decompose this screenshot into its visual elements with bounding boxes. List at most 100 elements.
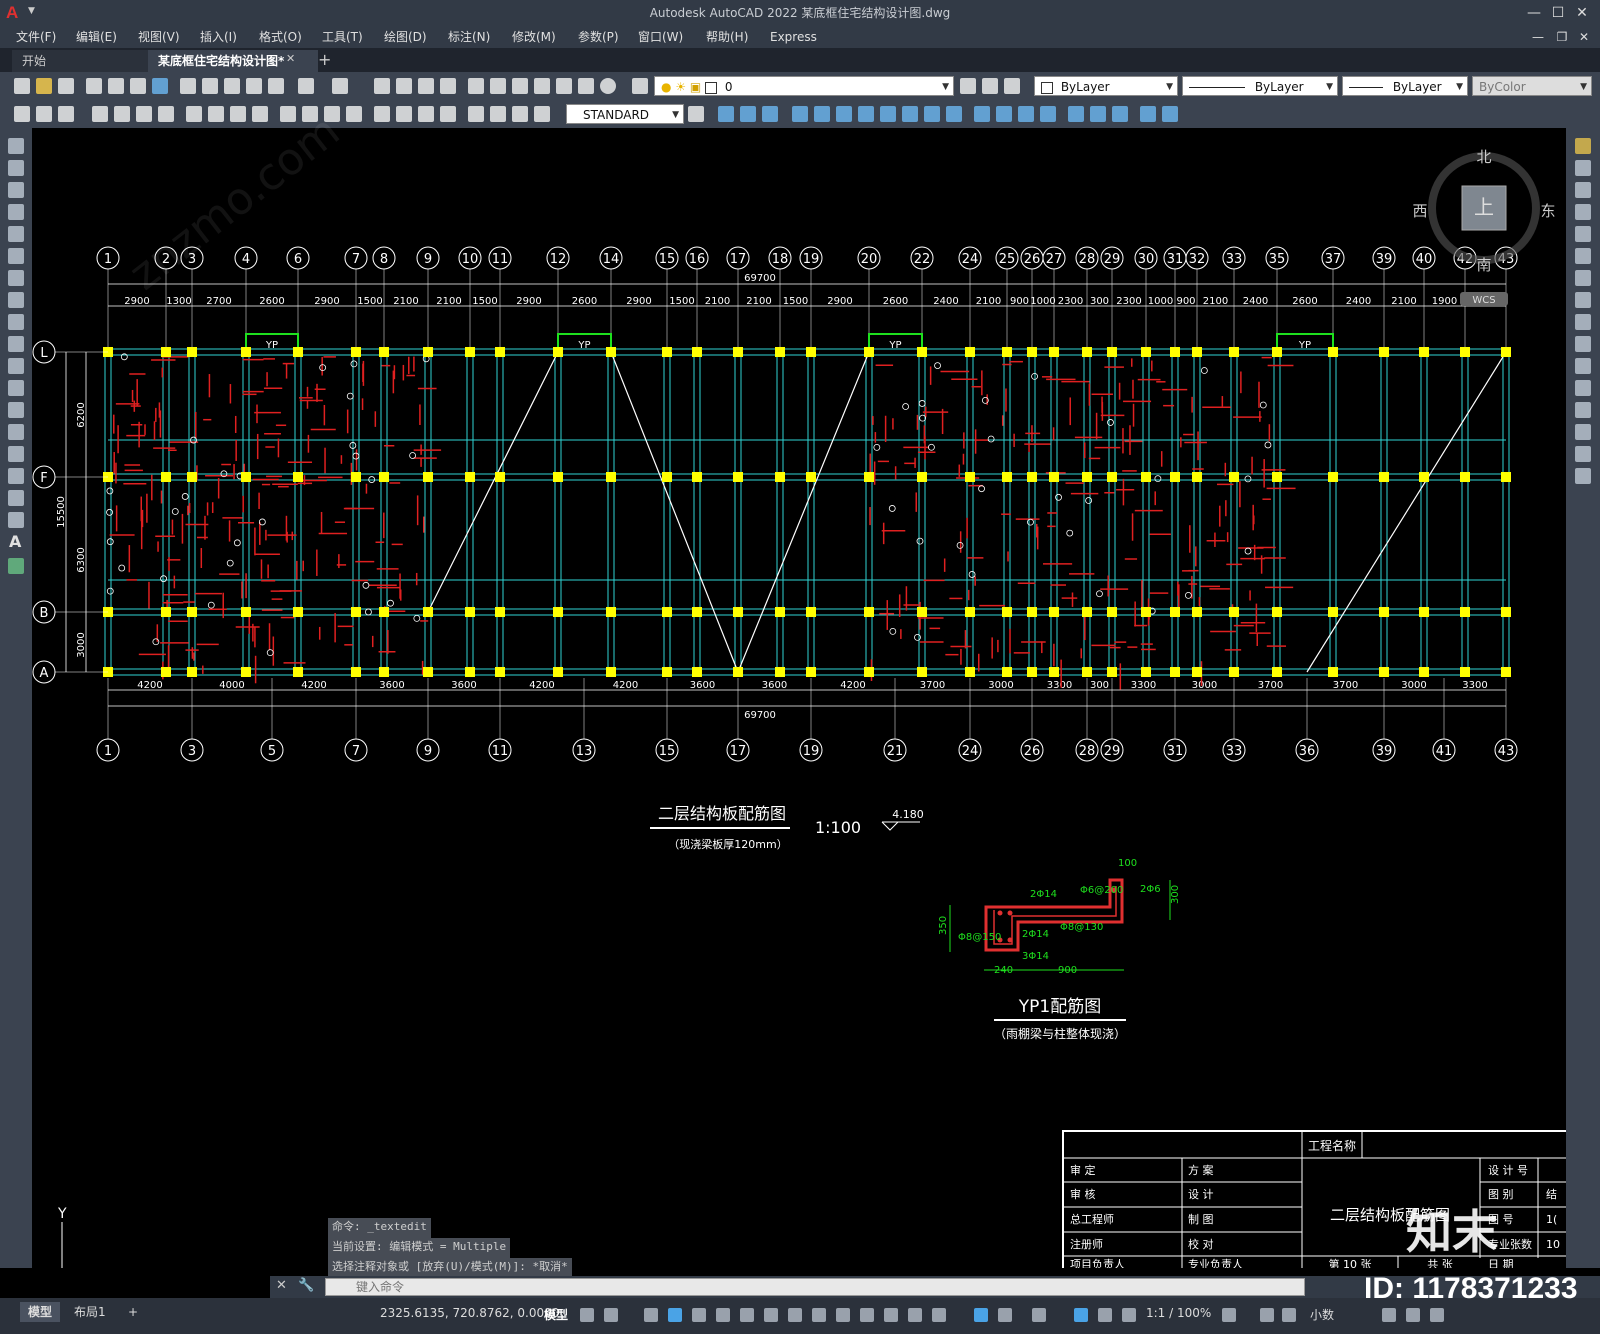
menu-view[interactable]: 视图(V) [138,26,180,48]
menu-express[interactable]: Express [770,26,817,48]
model-space-button[interactable]: 模型 [544,1306,568,1323]
rotate-icon[interactable] [858,106,874,122]
markup-icon[interactable] [556,78,572,94]
zoom-previous-icon[interactable] [440,78,456,94]
3d-osnap-icon[interactable] [884,1308,898,1322]
continue-icon[interactable] [280,106,296,122]
grid-icon[interactable] [580,1308,594,1322]
stretch-icon[interactable] [902,106,918,122]
command-input[interactable] [325,1278,1305,1296]
doc-close-icon[interactable]: ✕ [1572,26,1596,48]
drawing-canvas[interactable]: 1 2 3 4 6 7 8 9 10 11 12 14 15 16 17 18 19 20 22 24 25 26 27 28… [32,128,1566,1268]
plot-preview-icon[interactable] [108,78,124,94]
annotation-visibility-icon[interactable] [998,1308,1012,1322]
hardware-accel-icon[interactable] [1282,1308,1296,1322]
fillet-palette-icon[interactable] [1575,446,1591,462]
quick-properties-icon[interactable] [1382,1308,1396,1322]
layer-state-icon[interactable] [1004,78,1020,94]
hatch-icon[interactable] [8,446,24,462]
edit-polyline-icon[interactable] [1140,106,1156,122]
redo-icon[interactable] [332,78,348,94]
layer-previous-icon[interactable] [982,78,998,94]
viewcube[interactable]: 上 北 南 东 西 WCS [1412,148,1556,306]
lineweight-dropdown[interactable]: ByLayer ▼ [1342,76,1468,96]
polar-icon[interactable] [716,1308,730,1322]
new-tab-button[interactable]: + [318,50,331,69]
construction-line-icon[interactable] [8,160,24,176]
workspace-icon[interactable] [1032,1308,1046,1322]
linear-dim-icon[interactable] [36,106,52,122]
stretch-palette-icon[interactable] [1575,314,1591,330]
line-icon[interactable] [8,138,24,154]
tab-close-icon[interactable]: ✕ [286,52,295,65]
minimize-icon[interactable]: — [1522,0,1546,26]
explode-icon[interactable] [1068,106,1084,122]
copy-palette-icon[interactable] [1575,160,1591,176]
fillet-icon[interactable] [1040,106,1056,122]
dynamic-input-icon[interactable] [668,1308,682,1322]
mtext-icon[interactable]: A [9,532,21,551]
qdim-icon[interactable] [14,106,30,122]
snap-icon[interactable] [604,1308,618,1322]
autocad-logo-icon[interactable]: A [6,4,24,22]
cut-icon[interactable] [180,78,196,94]
dim-edit-icon[interactable] [440,106,456,122]
spline-icon[interactable] [8,314,24,330]
polyline-icon[interactable] [8,182,24,198]
plotstyle-dropdown[interactable]: ByColor ▼ [1472,76,1592,96]
match-properties-icon[interactable] [246,78,262,94]
array-icon[interactable] [814,106,830,122]
layer-properties-icon[interactable] [632,78,648,94]
menu-help[interactable]: 帮助(H) [706,26,748,48]
break-palette-icon[interactable] [1575,380,1591,396]
break-at-point-icon[interactable] [974,106,990,122]
save-icon[interactable] [58,78,74,94]
ellipse-icon[interactable] [8,336,24,352]
erase-icon[interactable] [718,106,734,122]
tab-start[interactable]: 开始 [12,50,152,72]
add-selected-icon[interactable] [8,558,24,574]
block-editor-icon[interactable] [268,78,284,94]
close-icon[interactable]: ✕ [1570,0,1594,26]
aligned-dim-icon[interactable] [58,106,74,122]
menu-file[interactable]: 文件(F) [16,26,56,48]
scale-icon[interactable] [880,106,896,122]
command-close-icon[interactable]: ✕ [276,1278,287,1293]
dim-text-edit-icon[interactable] [468,106,484,122]
copy-object-icon[interactable] [740,106,756,122]
plot-icon[interactable] [86,78,102,94]
publish-icon[interactable] [130,78,146,94]
tolerance-icon[interactable] [346,106,362,122]
object-snap-tracking-icon[interactable] [764,1308,778,1322]
menu-format[interactable]: 格式(O) [259,26,302,48]
join-icon[interactable] [996,106,1012,122]
annotation-scale-icon[interactable] [1074,1308,1088,1322]
extend-icon[interactable] [946,106,962,122]
tab-layout1[interactable]: 布局1 [66,1302,114,1322]
sheet-set-icon[interactable] [534,78,550,94]
linetype-dropdown[interactable]: ByLayer ▼ [1182,76,1338,96]
chamfer-palette-icon[interactable] [1575,424,1591,440]
blend-icon[interactable] [1090,106,1106,122]
open-icon[interactable] [36,78,52,94]
doc-restore-icon[interactable]: ❐ [1550,26,1574,48]
trim-icon[interactable] [924,106,940,122]
table-icon[interactable] [8,512,24,528]
angular-icon[interactable] [208,106,224,122]
edit-spline-icon[interactable] [1162,106,1178,122]
offset-palette-icon[interactable] [1575,204,1591,220]
explode-palette-icon[interactable] [1575,468,1591,484]
extend-palette-icon[interactable] [1575,358,1591,374]
selection-filter-icon[interactable] [932,1308,946,1322]
menu-window[interactable]: 窗口(W) [638,26,683,48]
region-icon[interactable] [8,490,24,506]
dim-update-icon[interactable] [490,106,506,122]
radius-icon[interactable] [136,106,152,122]
maximize-icon[interactable]: ☐ [1546,0,1570,26]
lengthen-icon[interactable] [1112,106,1128,122]
gradient-icon[interactable] [8,468,24,484]
dynamic-ucs-icon[interactable] [908,1308,922,1322]
tab-model[interactable]: 模型 [20,1302,61,1322]
chamfer-icon[interactable] [1018,106,1034,122]
zoom-window-icon[interactable] [418,78,434,94]
